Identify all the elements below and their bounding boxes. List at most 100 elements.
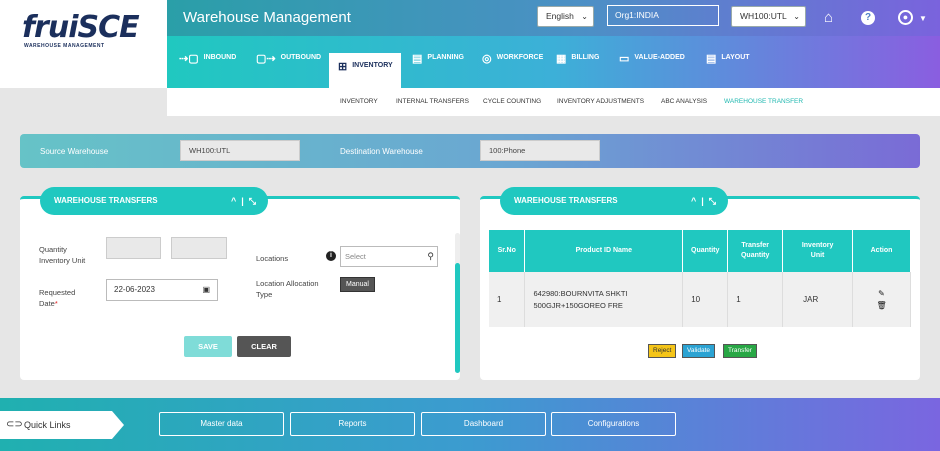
nav-layout[interactable]: ▤ LAYOUT <box>706 53 750 88</box>
location-allocation-label-line2: Type <box>256 290 273 299</box>
app-title: Warehouse Management <box>183 9 351 26</box>
requested-date-value: 22-06-2023 <box>114 285 155 294</box>
quick-link-reports[interactable]: Reports <box>290 412 415 436</box>
cell-product-line2: 500GJR+150GOREO FRE <box>533 300 623 310</box>
source-warehouse-input[interactable]: WH100:UTL <box>180 140 300 161</box>
nav-label: INBOUND <box>203 54 237 61</box>
nav-label: WORKFORCE <box>496 54 544 61</box>
destination-warehouse-label: Destination Warehouse <box>340 147 423 156</box>
workforce-icon: ◎ <box>482 53 492 65</box>
col-unit-line2: Unit <box>810 252 825 259</box>
allocation-manual-button[interactable]: Manual <box>340 277 375 292</box>
table-header-row: Sr.No Product ID Name Quantity Transfer Q… <box>489 230 911 272</box>
collapse-icon[interactable]: ^ <box>691 196 696 206</box>
save-button[interactable]: SAVE <box>184 336 232 357</box>
warehouse-value: WH100:UTL <box>740 11 787 21</box>
transfers-table: Sr.No Product ID Name Quantity Transfer Q… <box>489 230 911 327</box>
subnav-internal-transfers[interactable]: INTERNAL TRANSFERS <box>396 98 469 105</box>
required-asterisk: * <box>54 299 58 308</box>
quick-link-master-data[interactable]: Master data <box>159 412 284 436</box>
subnav-abc-analysis[interactable]: ABC ANALYSIS <box>661 98 707 105</box>
search-icon[interactable]: ⚲ <box>427 247 434 266</box>
transfer-button[interactable]: Transfer <box>723 344 757 358</box>
language-value: English <box>546 11 574 21</box>
layout-icon: ▤ <box>706 53 717 65</box>
inventory-unit-input[interactable] <box>171 237 227 259</box>
expand-icon[interactable]: ⤡ <box>249 196 256 206</box>
cell-product: 642980:BOURNVITA SHKTI 500GJR+150GOREO FR… <box>524 272 684 327</box>
panel-header: WAREHOUSE TRANSFERS ^ | ⤡ <box>40 187 268 215</box>
validate-button[interactable]: Validate <box>682 344 716 358</box>
outbound-icon: ▢⇢ <box>256 53 276 65</box>
brand-tagline: WAREHOUSE MANAGEMENT <box>24 43 105 49</box>
reject-button[interactable]: Reject <box>648 344 677 358</box>
nav-label: LAYOUT <box>721 54 750 61</box>
col-unit-line1: Inventory <box>801 242 834 249</box>
col-quantity: Quantity <box>682 230 729 272</box>
clear-button[interactable]: CLEAR <box>237 336 291 357</box>
requested-date-label: Requested Date* <box>39 287 75 309</box>
subnav-inventory-adjustments[interactable]: INVENTORY ADJUSTMENTS <box>557 98 644 105</box>
quantity-label-line1: Quantity <box>39 245 67 254</box>
subnav-warehouse-transfer[interactable]: WAREHOUSE TRANSFER <box>724 98 803 105</box>
nav-workforce[interactable]: ◎ WORKFORCE <box>482 53 544 88</box>
table-row: 1 642980:BOURNVITA SHKTI 500GJR+150GOREO … <box>489 272 911 327</box>
transfer-form-panel: WAREHOUSE TRANSFERS ^ | ⤡ Quantity Invent… <box>20 187 460 380</box>
panel-controls: ^ | ⤡ <box>691 196 716 206</box>
brand-logo[interactable]: fruiSCE <box>22 10 140 45</box>
nav-value-added[interactable]: ▭ VALUE-ADDED <box>619 53 685 88</box>
destination-warehouse-input[interactable]: 100:Phone <box>480 140 600 161</box>
info-icon[interactable]: i <box>326 251 336 261</box>
quick-link-dashboard[interactable]: Dashboard <box>421 412 546 436</box>
requested-date-input[interactable]: 22-06-2023 ▣ <box>106 279 218 301</box>
locations-label: Locations <box>256 254 289 263</box>
nav-inventory[interactable]: ⊞ INVENTORY <box>329 53 401 88</box>
user-menu-caret-icon[interactable]: ▼ <box>919 14 927 23</box>
cell-inventory-unit: JAR <box>782 272 854 327</box>
user-icon[interactable]: ● <box>898 10 913 25</box>
col-action: Action <box>852 230 911 272</box>
quantity-input[interactable] <box>106 237 161 259</box>
nav-outbound[interactable]: ▢⇢ OUTBOUND <box>256 53 322 88</box>
scrollbar-thumb[interactable] <box>455 263 460 373</box>
quick-links[interactable]: ⊂⊃ Quick Links <box>0 411 124 439</box>
nav-inbound[interactable]: ⇢▢ INBOUND <box>179 53 237 88</box>
planning-icon: ▤ <box>412 53 423 65</box>
col-transfer-quantity: Transfer Quantity <box>727 230 784 272</box>
requested-date-label-line2: Date <box>39 299 55 308</box>
calendar-icon[interactable]: ▣ <box>202 280 210 300</box>
col-transfer-line2: Quantity <box>740 252 770 259</box>
nav-planning[interactable]: ▤ PLANNING <box>412 53 464 88</box>
locations-select[interactable]: Select ⚲ <box>340 246 438 267</box>
transfer-warehouse-bar: Source Warehouse WH100:UTL Destination W… <box>20 134 920 168</box>
chevron-down-icon: ⌄ <box>581 12 588 21</box>
col-transfer-line1: Transfer <box>741 242 769 249</box>
expand-icon[interactable]: ⤡ <box>709 196 716 206</box>
nav-billing[interactable]: ▦ BILLING <box>556 53 600 88</box>
delete-icon[interactable]: 🗑 <box>861 300 902 312</box>
quantity-label-line2: Inventory Unit <box>39 256 86 265</box>
brand-accent: SCE <box>77 10 140 45</box>
nav-label: BILLING <box>571 54 600 61</box>
source-warehouse-label: Source Warehouse <box>40 147 109 156</box>
quick-link-configurations[interactable]: Configurations <box>551 412 676 436</box>
top-header-bar: Warehouse Management English ⌄ Org1:INDIA… <box>167 0 940 36</box>
edit-icon[interactable]: ✎ <box>861 288 902 300</box>
language-select[interactable]: English ⌄ <box>537 6 594 27</box>
warehouse-select[interactable]: WH100:UTL ⌄ <box>731 6 806 27</box>
billing-icon: ▦ <box>556 53 567 65</box>
org-field[interactable]: Org1:INDIA <box>607 5 719 26</box>
col-product: Product ID Name <box>524 230 684 272</box>
locations-placeholder: Select <box>345 252 366 261</box>
sub-nav: INVENTORY INTERNAL TRANSFERS CYCLE COUNT… <box>167 88 940 116</box>
collapse-icon[interactable]: ^ <box>231 196 236 206</box>
help-icon[interactable]: ? <box>861 11 875 25</box>
footer-bar: ⊂⊃ Quick Links Master data Reports Dashbo… <box>0 398 940 451</box>
subnav-cycle-counting[interactable]: CYCLE COUNTING <box>483 98 541 105</box>
nav-label: OUTBOUND <box>280 54 322 61</box>
cell-action: ✎ 🗑 <box>852 272 911 327</box>
subnav-inventory[interactable]: INVENTORY <box>340 98 378 105</box>
inventory-icon: ⊞ <box>338 61 348 73</box>
home-icon[interactable]: ⌂ <box>824 9 833 26</box>
cell-transfer-quantity: 1 <box>727 272 784 327</box>
